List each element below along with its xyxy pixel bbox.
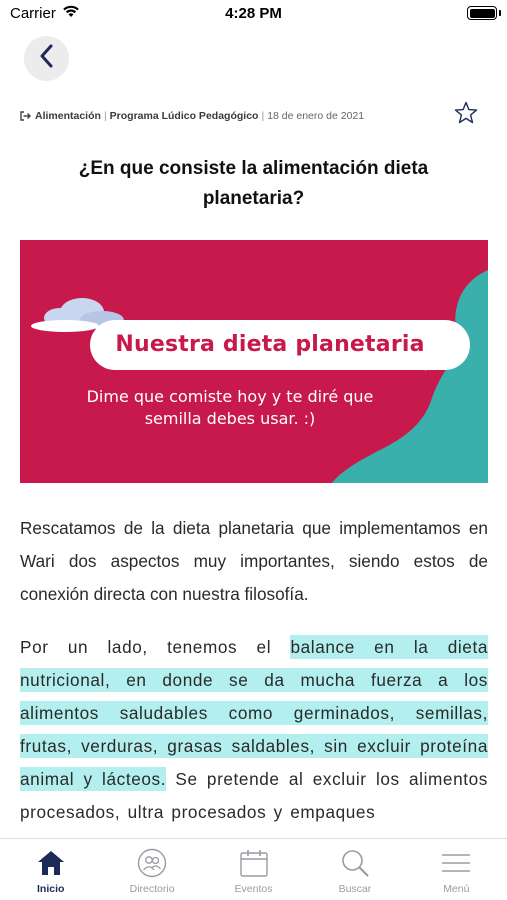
tab-inicio[interactable]: Inicio: [0, 839, 101, 900]
chevron-left-icon: [39, 44, 55, 73]
search-icon: [339, 848, 371, 878]
battery-icon: [467, 6, 497, 20]
favorite-button[interactable]: [453, 100, 479, 126]
tab-directorio[interactable]: Directorio: [101, 839, 202, 900]
paragraph-text: Por un lado, tenemos el: [20, 637, 291, 657]
paragraph: Por un lado, tenemos el balance en la di…: [20, 631, 488, 829]
article-body: Rescatamos de la dieta planetaria que im…: [20, 512, 488, 849]
program-link[interactable]: Programa Lúdico Pedagógico: [110, 110, 259, 122]
category-link[interactable]: Alimentación: [35, 110, 101, 122]
highlighted-text: balance en la dieta nutricional, en dond…: [20, 635, 488, 791]
hero-subtitle: Dime que comiste hoy y te diré que semil…: [86, 387, 374, 428]
tab-label: Inicio: [36, 883, 65, 895]
tab-eventos[interactable]: Eventos: [203, 839, 304, 900]
people-icon: [136, 848, 168, 878]
calendar-icon: [238, 848, 270, 878]
article-meta: Alimentación | Programa Lúdico Pedagógic…: [20, 108, 420, 124]
publish-date: 18 de enero de 2021: [267, 110, 365, 122]
tab-menu[interactable]: Menú: [406, 839, 507, 900]
article-title: ¿En que consiste la alimentación dieta p…: [78, 158, 429, 209]
status-bar: Carrier 4:28 PM: [0, 0, 507, 28]
tab-label: Directorio: [129, 883, 175, 895]
back-button[interactable]: [24, 36, 69, 81]
share-arrow-icon: [20, 111, 31, 121]
hero-title: Nuestra dieta planetaria: [115, 332, 425, 357]
meta-separator: |: [261, 110, 265, 122]
tab-label: Eventos: [234, 883, 273, 895]
tab-label: Buscar: [338, 883, 372, 895]
tab-buscar[interactable]: Buscar: [304, 839, 405, 900]
menu-icon: [440, 848, 472, 878]
status-time: 4:28 PM: [225, 5, 282, 22]
meta-separator: |: [103, 110, 107, 122]
tab-label: Menú: [443, 883, 470, 895]
paragraph: Rescatamos de la dieta planetaria que im…: [20, 518, 488, 604]
battery-tip: [499, 10, 501, 16]
home-icon: [35, 848, 67, 878]
tab-bar: Inicio Directorio Eventos Buscar Menú: [0, 838, 507, 900]
star-outline-icon: [453, 101, 479, 130]
hero-banner: Nuestra dieta planetaria Dime que comist…: [20, 240, 488, 483]
